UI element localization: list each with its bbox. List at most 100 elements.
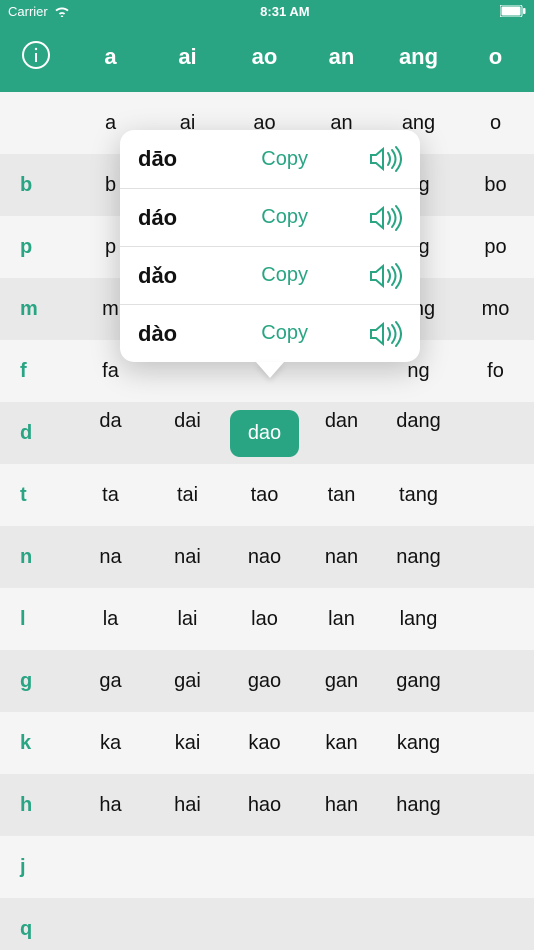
pinyin-cell [457,670,534,693]
pinyin-cell[interactable]: lan [303,608,380,631]
tone-row: dàoCopy [120,304,420,362]
tone-row: dǎoCopy [120,246,420,304]
speaker-icon[interactable] [308,262,402,290]
header-col[interactable]: an [303,44,380,70]
pinyin-cell[interactable]: hao [226,794,303,817]
row-label: d [0,422,72,445]
pinyin-cell[interactable]: mo [457,298,534,321]
pinyin-cell[interactable]: gang [380,670,457,693]
table-row: ttataitaotantang [0,464,534,526]
pinyin-cell [457,794,534,817]
row-label: k [0,732,72,755]
table-row: ddadaidaodandang [0,402,534,464]
copy-button[interactable]: Copy [228,264,308,287]
pinyin-cell[interactable]: dai [149,410,226,457]
table-row: kkakaikaokankang [0,712,534,774]
pinyin-cell[interactable]: gai [149,670,226,693]
pinyin-cell[interactable]: o [457,112,534,135]
pinyin-cell[interactable]: gao [226,670,303,693]
pinyin-cell[interactable]: nao [226,546,303,569]
table-row: nnanainaonannang [0,526,534,588]
pinyin-cell[interactable]: tang [380,484,457,507]
row-label: j [0,856,72,879]
pinyin-cell[interactable]: kao [226,732,303,755]
row-label: p [0,236,72,259]
row-label: q [0,918,72,941]
pinyin-cell[interactable]: lang [380,608,457,631]
row-label: b [0,174,72,197]
table-row: ggagaigaogangang [0,650,534,712]
pinyin-cell[interactable]: dang [380,410,457,457]
tone-row: dáoCopy [120,188,420,246]
battery-icon [500,5,526,17]
row-label: l [0,608,72,631]
row-label: m [0,298,72,321]
copy-button[interactable]: Copy [228,148,308,171]
copy-button[interactable]: Copy [228,322,308,345]
pinyin-cell[interactable]: tan [303,484,380,507]
pinyin-cell[interactable]: tao [226,484,303,507]
header-bar: aaiaoanango [0,22,534,92]
pinyin-cell[interactable]: bo [457,174,534,197]
row-label: g [0,670,72,693]
pinyin-cell [457,732,534,755]
table-row: llalailaolanlang [0,588,534,650]
pinyin-cell[interactable]: dao [226,410,303,457]
speaker-icon[interactable] [308,145,402,173]
tone-pinyin: dáo [138,205,228,231]
pinyin-cell[interactable]: nang [380,546,457,569]
pinyin-cell[interactable]: hai [149,794,226,817]
header-col[interactable]: o [457,44,534,70]
header-col[interactable]: a [72,44,149,70]
popover-arrow [256,362,284,378]
pinyin-cell[interactable]: lai [149,608,226,631]
pinyin-cell[interactable]: hang [380,794,457,817]
tone-pinyin: dào [138,321,228,347]
pinyin-cell[interactable]: po [457,236,534,259]
pinyin-cell[interactable]: dan [303,410,380,457]
row-label: n [0,546,72,569]
header-col[interactable]: ao [226,44,303,70]
row-label: f [0,360,72,383]
pinyin-cell[interactable]: kai [149,732,226,755]
carrier-label: Carrier [8,4,48,19]
pinyin-cell[interactable]: ka [72,732,149,755]
status-bar: Carrier 8:31 AM [0,0,534,22]
pinyin-cell[interactable]: nai [149,546,226,569]
pinyin-cell[interactable]: da [72,410,149,457]
row-label: t [0,484,72,507]
copy-button[interactable]: Copy [228,206,308,229]
status-time: 8:31 AM [260,4,309,19]
tone-popover: dāoCopydáoCopydǎoCopydàoCopy [120,130,420,378]
row-label: h [0,794,72,817]
pinyin-cell[interactable]: nan [303,546,380,569]
table-row: hhahaihaohanhang [0,774,534,836]
pinyin-cell[interactable]: gan [303,670,380,693]
table-row: q [0,898,534,950]
pinyin-cell[interactable]: lao [226,608,303,631]
pinyin-cell [457,410,534,457]
speaker-icon[interactable] [308,320,402,348]
pinyin-cell[interactable]: fo [457,360,534,383]
header-col[interactable]: ang [380,44,457,70]
speaker-icon[interactable] [308,204,402,232]
pinyin-cell[interactable]: kan [303,732,380,755]
wifi-icon [54,5,70,17]
tone-row: dāoCopy [120,130,420,188]
pinyin-cell[interactable]: ga [72,670,149,693]
pinyin-cell[interactable]: la [72,608,149,631]
pinyin-cell[interactable]: na [72,546,149,569]
pinyin-cell [457,484,534,507]
table-row: j [0,836,534,898]
info-icon[interactable] [20,39,52,76]
pinyin-cell[interactable]: kang [380,732,457,755]
pinyin-cell [457,608,534,631]
pinyin-cell[interactable]: han [303,794,380,817]
pinyin-cell[interactable]: ta [72,484,149,507]
active-cell-chip[interactable]: dao [230,410,299,457]
pinyin-cell [457,546,534,569]
pinyin-cell[interactable]: tai [149,484,226,507]
tone-pinyin: dǎo [138,263,228,289]
header-col[interactable]: ai [149,44,226,70]
pinyin-cell[interactable]: ha [72,794,149,817]
